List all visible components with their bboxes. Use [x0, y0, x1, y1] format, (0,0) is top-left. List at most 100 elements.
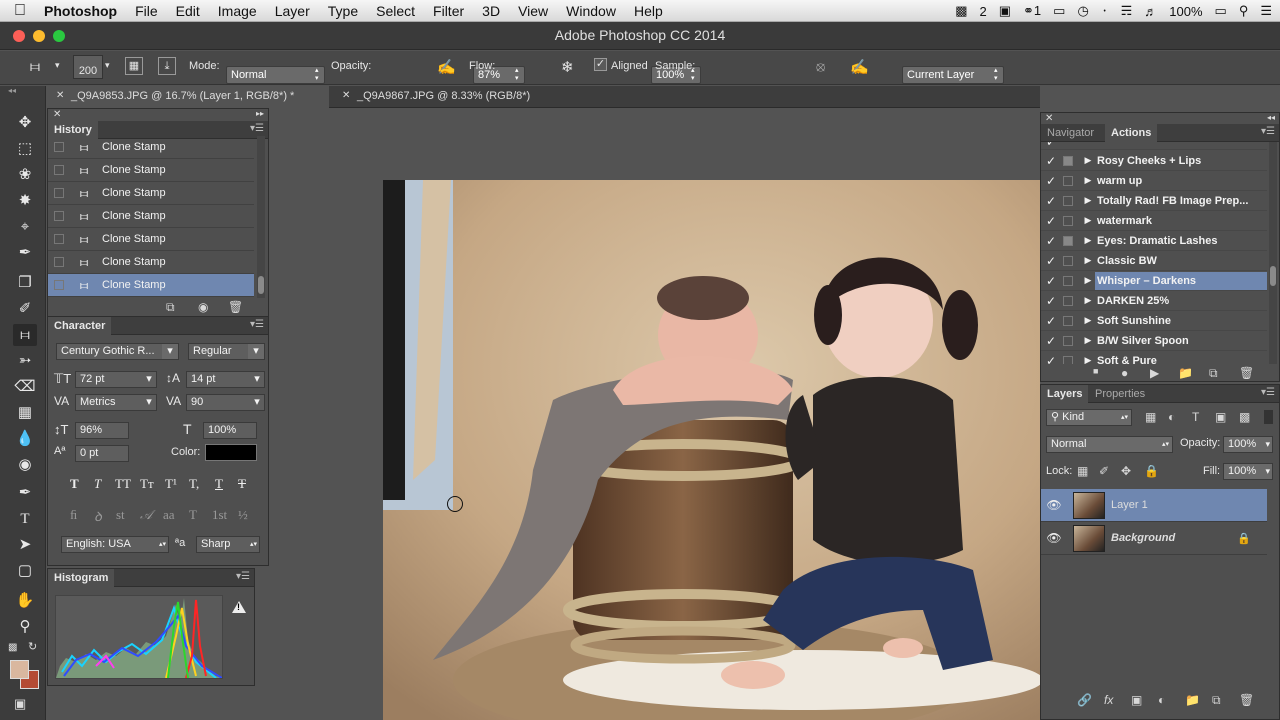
- brush-tool-icon[interactable]: ✐: [13, 298, 37, 320]
- history-item[interactable]: ⧦ Clone Stamp: [48, 251, 254, 274]
- wifi-icon[interactable]: ☴: [1121, 3, 1133, 19]
- action-row[interactable]: ✓ ▶ Soft & Pure: [1041, 351, 1267, 364]
- time-machine-icon[interactable]: ◷: [1077, 3, 1088, 19]
- dialog-toggle[interactable]: [1063, 315, 1073, 326]
- expand-arrow-icon[interactable]: ▶: [1081, 195, 1095, 206]
- panel-menu-icon[interactable]: ▾☰: [236, 571, 250, 582]
- zoom-window-button[interactable]: [53, 30, 65, 42]
- history-item[interactable]: ⧦ Clone Stamp: [48, 159, 254, 182]
- layer-name[interactable]: Background: [1111, 532, 1175, 544]
- menu-edit[interactable]: Edit: [167, 3, 209, 19]
- tracking-input[interactable]: 90 ▾: [186, 394, 265, 411]
- panel-menu-icon[interactable]: ▾☰: [250, 319, 264, 330]
- status-icon-num[interactable]: 2: [979, 4, 986, 19]
- actions-scrollbar[interactable]: [1269, 142, 1277, 364]
- menu-image[interactable]: Image: [209, 3, 266, 19]
- action-row[interactable]: ✓ ▶ Classic BW: [1041, 251, 1267, 271]
- default-colors-icon[interactable]: ▩: [8, 642, 17, 653]
- delete-action-icon[interactable]: 🗑: [1239, 366, 1254, 380]
- subscript-button[interactable]: T,: [189, 476, 199, 492]
- menu-file[interactable]: File: [126, 3, 167, 19]
- faux-bold-button[interactable]: T: [70, 476, 79, 492]
- pressure-opacity-icon[interactable]: ✍: [437, 58, 456, 76]
- blend-mode-select[interactable]: Normal ▴▾: [1046, 436, 1173, 453]
- foreground-color-swatch[interactable]: [10, 660, 29, 679]
- action-row[interactable]: ✓ ▶ Soft Sunshine: [1041, 311, 1267, 331]
- snapshot-source-checkbox[interactable]: [54, 234, 64, 244]
- menu-layer[interactable]: Layer: [266, 3, 319, 19]
- check-icon[interactable]: ✓: [1041, 314, 1061, 328]
- dialog-toggle[interactable]: [1063, 255, 1073, 266]
- tab-layers[interactable]: Layers: [1041, 385, 1089, 403]
- check-icon[interactable]: ✓: [1041, 274, 1061, 288]
- tab-character[interactable]: Character: [48, 317, 112, 335]
- layer-style-fx-icon[interactable]: fx: [1104, 693, 1113, 707]
- tab-navigator[interactable]: Navigator: [1041, 124, 1100, 142]
- dialog-toggle[interactable]: [1063, 235, 1073, 246]
- status-icon-a[interactable]: ▩: [955, 3, 967, 19]
- ordinals-button[interactable]: 1st: [212, 507, 227, 523]
- check-icon[interactable]: ✓: [1041, 294, 1061, 308]
- check-icon[interactable]: ✓: [1041, 174, 1061, 188]
- lock-transparent-pixels-icon[interactable]: ▦: [1077, 464, 1088, 478]
- document-canvas[interactable]: [383, 180, 1040, 720]
- type-tool-icon[interactable]: T: [13, 508, 37, 530]
- menu-filter[interactable]: Filter: [424, 3, 473, 19]
- menu-type[interactable]: Type: [319, 3, 367, 19]
- layer-row-selected[interactable]: 👁 Layer 1: [1041, 489, 1267, 522]
- history-item[interactable]: ⧦ Clone Stamp: [48, 136, 254, 159]
- tab-histogram[interactable]: Histogram: [48, 569, 115, 587]
- new-group-folder-icon[interactable]: 📁: [1185, 693, 1200, 707]
- eyedropper-tool-icon[interactable]: ✒: [13, 242, 37, 264]
- notification-list-icon[interactable]: ☰: [1260, 3, 1272, 19]
- clone-stamp-tool-preset-icon[interactable]: ⧦: [30, 58, 40, 76]
- menu-window[interactable]: Window: [557, 3, 625, 19]
- ignore-adjustment-layers-icon[interactable]: ⦻: [816, 58, 825, 75]
- delete-layer-icon[interactable]: 🗑: [1239, 693, 1254, 707]
- zoom-tool-icon[interactable]: ⚲: [13, 616, 37, 638]
- gradient-tool-icon[interactable]: ▦: [13, 402, 37, 424]
- tab-document-1[interactable]: ✕ _Q9A9853.JPG @ 16.7% (Layer 1, RGB/8*)…: [47, 86, 329, 108]
- horizontal-scale-input[interactable]: 100%: [203, 422, 257, 439]
- airplay-icon[interactable]: ▭: [1053, 3, 1065, 19]
- dialog-toggle[interactable]: [1063, 355, 1073, 364]
- layer-opacity-input[interactable]: 100% ▾: [1223, 436, 1273, 453]
- dodge-tool-icon[interactable]: ◉: [13, 454, 37, 476]
- font-size-input[interactable]: 72 pt ▾: [75, 371, 157, 388]
- marquee-tool-icon[interactable]: ⬚: [13, 138, 37, 160]
- tab-document-2[interactable]: ✕ _Q9A9867.JPG @ 8.33% (RGB/8*): [333, 86, 563, 108]
- menu-3d[interactable]: 3D: [473, 3, 509, 19]
- expand-arrow-icon[interactable]: ▶: [1081, 175, 1095, 186]
- action-row[interactable]: ✓ ▶ warm up: [1041, 171, 1267, 191]
- aligned-checkbox[interactable]: ✓: [594, 58, 607, 71]
- rectangle-tool-icon[interactable]: ▢: [13, 560, 37, 582]
- filter-adjustment-icon[interactable]: ◐: [1168, 410, 1175, 424]
- lock-image-pixels-icon[interactable]: ✐: [1099, 464, 1109, 478]
- add-mask-icon[interactable]: ▣: [1131, 693, 1142, 707]
- filter-shape-icon[interactable]: ▣: [1215, 410, 1226, 424]
- path-selection-tool-icon[interactable]: ➤: [13, 534, 37, 556]
- small-caps-button[interactable]: Tт: [140, 476, 154, 492]
- expand-arrow-icon[interactable]: ▶: [1081, 295, 1095, 306]
- discretionary-ligatures-button[interactable]: st: [116, 507, 125, 523]
- mode-select[interactable]: Normal: [226, 65, 325, 84]
- record-icon[interactable]: ●: [1121, 366, 1128, 380]
- action-row-selected[interactable]: ✓ ▶ Whisper – Darkens: [1041, 271, 1267, 291]
- vertical-scale-input[interactable]: 96%: [75, 422, 129, 439]
- brush-picker-arrow-icon[interactable]: ▾: [105, 60, 110, 71]
- expand-arrow-icon[interactable]: ▶: [1081, 355, 1095, 364]
- action-row[interactable]: ✓ ▶ watermark: [1041, 211, 1267, 231]
- apple-icon[interactable]: : [0, 2, 40, 20]
- link-layers-icon[interactable]: 🔗: [1077, 693, 1092, 707]
- action-row[interactable]: ✓ ▶ B/W Silver Spoon: [1041, 331, 1267, 351]
- check-icon[interactable]: ✓: [1041, 154, 1061, 168]
- snapshot-source-checkbox[interactable]: [54, 188, 64, 198]
- collapse-tools-icon[interactable]: ◂◂: [8, 86, 16, 95]
- tab-actions[interactable]: Actions: [1105, 124, 1158, 142]
- expand-arrow-icon[interactable]: ▶: [1081, 335, 1095, 346]
- all-caps-button[interactable]: TT: [115, 476, 131, 492]
- menu-help[interactable]: Help: [625, 3, 672, 19]
- delete-state-icon[interactable]: 🗑: [228, 300, 243, 314]
- brush-panel-toggle-icon[interactable]: ▦: [125, 57, 143, 75]
- check-icon[interactable]: ✓: [1041, 234, 1061, 248]
